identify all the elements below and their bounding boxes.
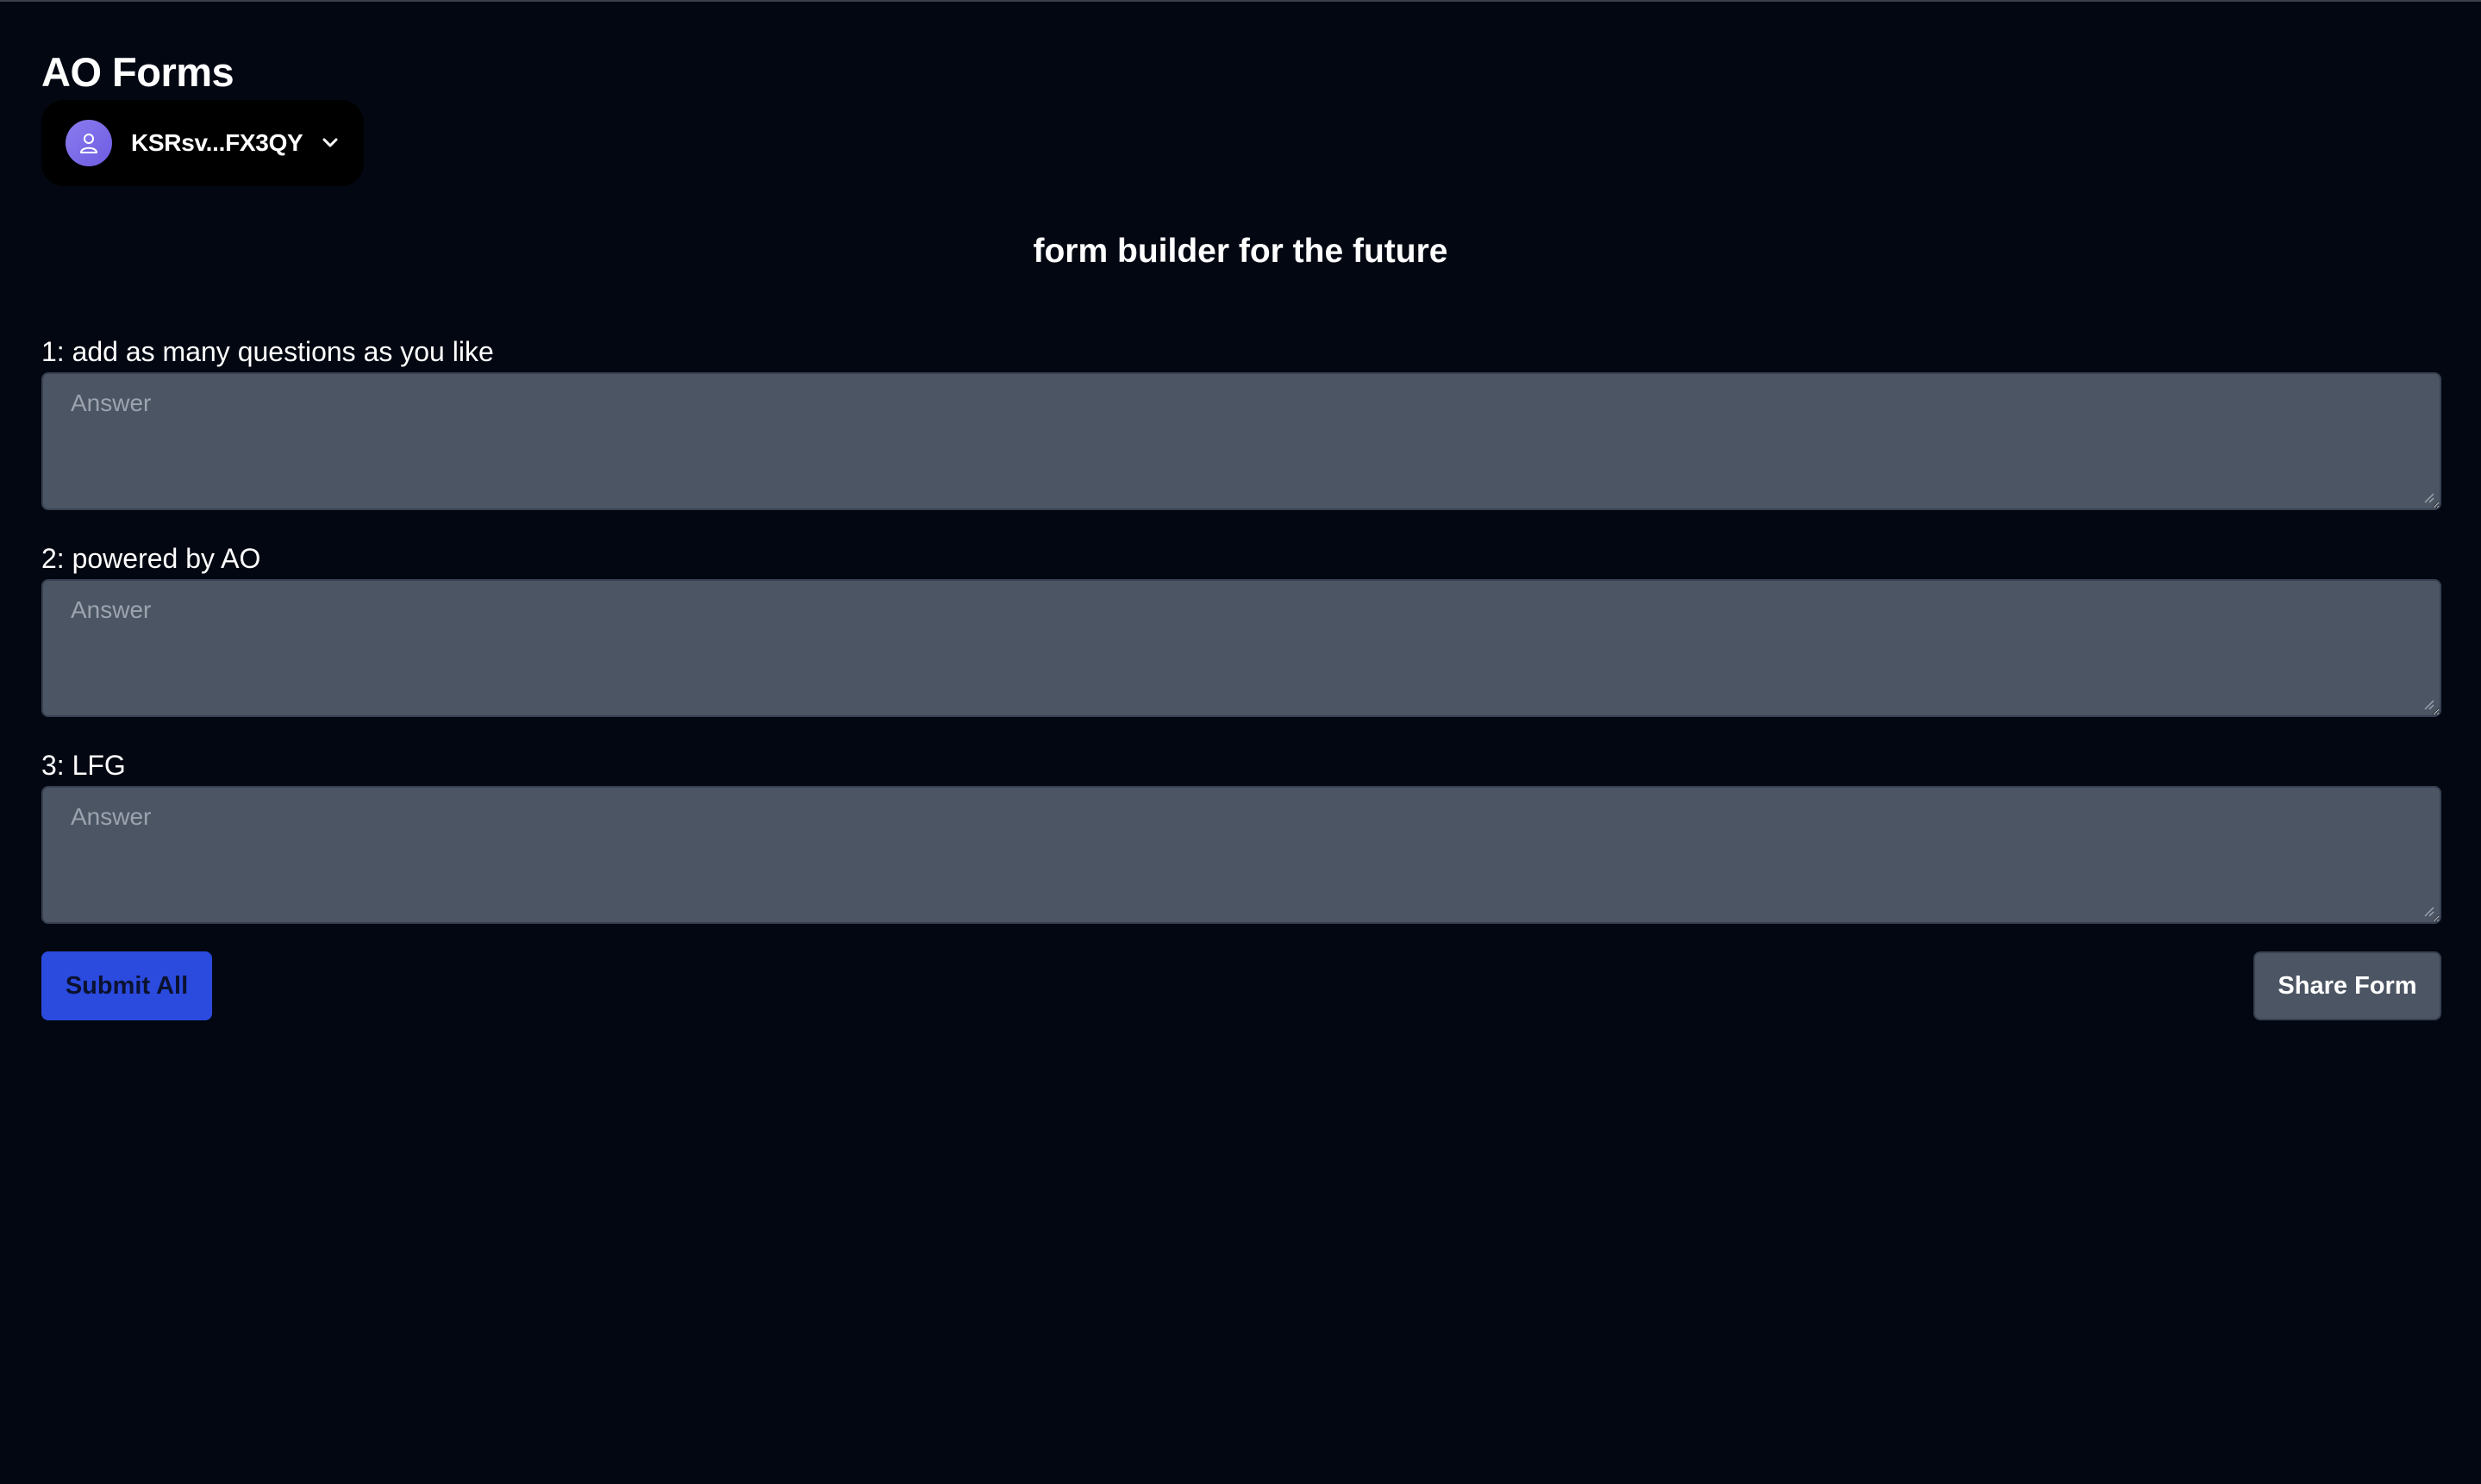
page-subtitle: form builder for the future bbox=[1033, 233, 1448, 270]
chevron-down-icon bbox=[322, 138, 339, 148]
user-icon bbox=[66, 120, 112, 166]
answer-field-1[interactable] bbox=[41, 372, 2441, 510]
question-label-1: 1: add as many questions as you like bbox=[41, 336, 494, 367]
answer-field-3[interactable] bbox=[41, 786, 2441, 924]
wallet-account-button[interactable]: KSRsv...FX3QY bbox=[41, 100, 364, 186]
submit-all-button[interactable]: Submit All bbox=[41, 951, 212, 1020]
wallet-address: KSRsv...FX3QY bbox=[131, 129, 303, 156]
page: AO Forms KSRsv...FX3QY form builder for … bbox=[0, 0, 2481, 1484]
answer-field-2[interactable] bbox=[41, 579, 2441, 717]
share-form-button[interactable]: Share Form bbox=[2253, 951, 2441, 1020]
question-label-3: 3: LFG bbox=[41, 750, 126, 781]
top-divider bbox=[0, 0, 2481, 2]
question-label-2: 2: powered by AO bbox=[41, 543, 261, 574]
app-title: AO Forms bbox=[41, 49, 234, 95]
